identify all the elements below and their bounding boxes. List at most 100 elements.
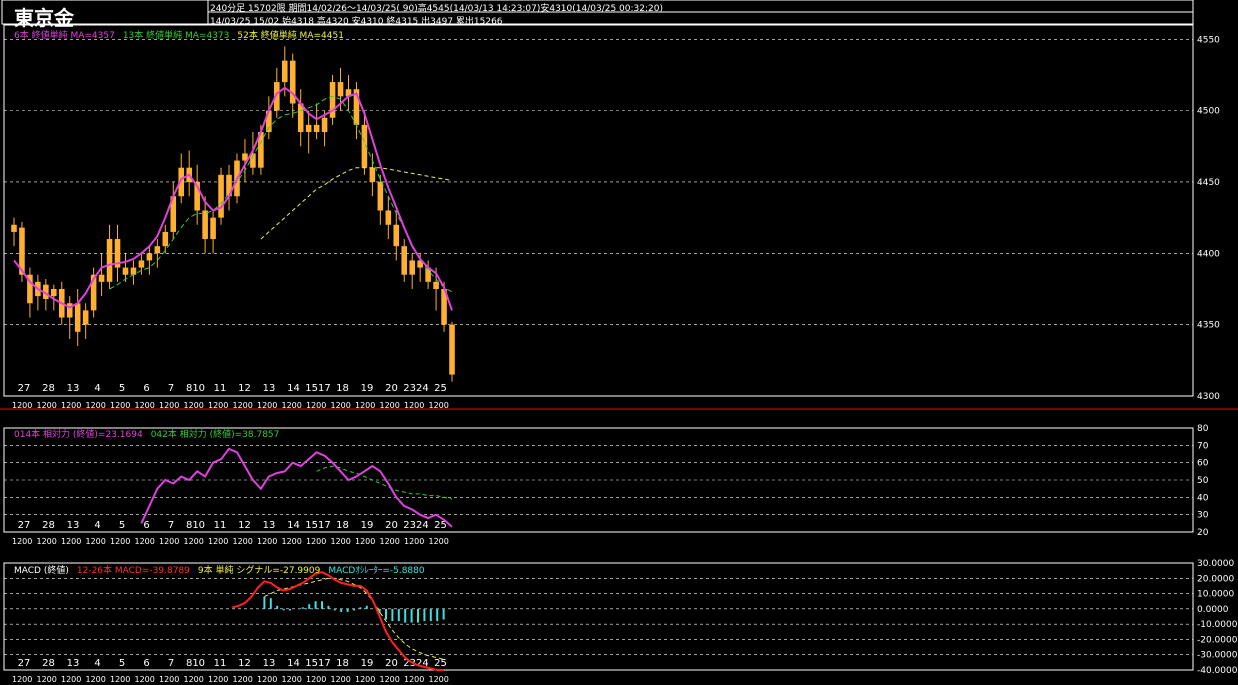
x-tick-label: 6 — [143, 658, 149, 669]
time-label: 1200 — [257, 537, 277, 546]
time-label: 1200 — [331, 675, 351, 684]
x-tick-label: 7 — [168, 383, 174, 394]
time-label: 1200 — [135, 675, 155, 684]
y-tick-label: 4550 — [1197, 35, 1220, 45]
x-tick-label: 5 — [119, 383, 125, 394]
x-tick-label: 2324 — [403, 520, 428, 531]
x-tick-label: 810 — [186, 383, 205, 394]
candle-body — [385, 210, 392, 225]
time-label: 1200 — [355, 537, 375, 546]
x-tick-label: 1517 — [305, 383, 330, 394]
x-tick-label: 14 — [287, 658, 300, 669]
time-label: 1200 — [37, 401, 57, 410]
time-label: 1200 — [110, 537, 130, 546]
instrument-title: 東京金 — [14, 6, 74, 30]
candle-body — [393, 224, 400, 247]
rsi14-line — [140, 447, 453, 528]
x-tick-label: 810 — [186, 520, 205, 531]
candle-body — [313, 124, 320, 133]
time-label: 1200 — [12, 675, 32, 684]
x-tick-label: 4 — [94, 520, 100, 531]
time-label: 1200 — [282, 675, 302, 684]
time-label: 1200 — [404, 537, 424, 546]
time-label: 1200 — [135, 537, 155, 546]
time-label: 1200 — [86, 401, 106, 410]
price-legend: 6本 終値単純 MA=4357 13本 終値単純 MA=4373 52本 終値単純 … — [14, 28, 352, 41]
y-tick-label: 20 — [1197, 528, 1209, 538]
ma13-line — [109, 95, 453, 293]
time-label: 1200 — [86, 537, 106, 546]
x-tick-label: 18 — [336, 520, 349, 531]
time-label: 1200 — [110, 401, 130, 410]
time-label: 1200 — [233, 401, 253, 410]
candle-body — [146, 253, 153, 261]
y-tick-label: 10.0000 — [1197, 590, 1234, 600]
y-tick-label: -10.0000 — [1197, 620, 1238, 630]
y-tick-label: 4400 — [1197, 249, 1220, 259]
time-label: 1200 — [184, 401, 204, 410]
candle-body — [433, 281, 439, 289]
x-tick-label: 27 — [18, 520, 31, 531]
y-tick-label: 30.0000 — [1197, 559, 1234, 569]
time-label: 1200 — [159, 401, 179, 410]
time-label: 1200 — [37, 675, 57, 684]
rsi42-line — [316, 465, 453, 500]
macd-legend-item: MACDｵｼﾚｰﾀｰ=-5.8880 — [328, 566, 425, 576]
x-tick-label: 18 — [336, 383, 349, 394]
time-label: 1200 — [380, 675, 400, 684]
time-label: 1200 — [355, 401, 375, 410]
rsi-legend-item: 014本 相対力 (終値)=23.1694 — [14, 430, 143, 440]
candle-body — [11, 224, 17, 232]
price-legend-item: 13本 終値単純 MA=4373 — [122, 31, 230, 41]
y-tick-label: 4350 — [1197, 321, 1220, 331]
time-label: 1200 — [404, 675, 424, 684]
x-tick-label: 19 — [361, 520, 374, 531]
y-tick-label: 30 — [1197, 511, 1209, 521]
x-tick-label: 27 — [18, 383, 31, 394]
x-tick-label: 13 — [67, 383, 80, 394]
macd-legend: MACD (終値) 12-26本 MACD=-39.8789 9本 単純 シグナル=… — [14, 563, 433, 576]
price-legend-item: 6本 終値単純 MA=4357 — [14, 31, 115, 41]
x-tick-label: 14 — [287, 520, 300, 531]
x-tick-label: 20 — [385, 383, 398, 394]
time-label: 1200 — [110, 675, 130, 684]
x-tick-label: 5 — [119, 520, 125, 531]
y-tick-label: 70 — [1197, 441, 1209, 451]
time-label: 1200 — [61, 675, 81, 684]
x-tick-label: 7 — [168, 658, 174, 669]
time-label: 1200 — [380, 537, 400, 546]
x-tick-label: 12 — [238, 658, 251, 669]
period-info: 240分足 15702限 期間14/02/26～14/03/25( 90)高45… — [210, 4, 663, 14]
chart-canvas: 43004350440044504500455027 28 13 4 5 6 7 810 11 1… — [0, 0, 1238, 684]
x-tick-label: 28 — [42, 658, 55, 669]
x-tick-label: 14 — [287, 383, 300, 394]
time-label: 1200 — [37, 537, 57, 546]
candle-body — [281, 60, 288, 83]
time-label: 1200 — [257, 401, 277, 410]
time-label: 1200 — [135, 401, 155, 410]
time-label: 1200 — [404, 401, 424, 410]
x-tick-label: 19 — [361, 383, 374, 394]
candle-body — [449, 324, 455, 375]
y-tick-label: 40 — [1197, 493, 1209, 503]
time-label: 1200 — [306, 675, 326, 684]
price-legend-item: 52本 終値単純 MA=4451 — [237, 31, 344, 41]
x-tick-label: 27 — [18, 658, 31, 669]
x-tick-label: 13 — [67, 658, 80, 669]
candle-body — [218, 174, 224, 218]
time-label: 1200 — [233, 537, 253, 546]
x-tick-label: 25 — [434, 383, 447, 394]
candle-body — [138, 260, 145, 268]
x-tick-label: 11 — [214, 520, 227, 531]
last-bar-info: 14/03/25 15/02 始4318 高4320 安4310 終4315 出… — [210, 17, 503, 27]
time-label: 1200 — [12, 401, 32, 410]
x-tick-label: 1517 — [305, 658, 330, 669]
time-label: 1200 — [233, 675, 253, 684]
time-label: 1200 — [86, 675, 106, 684]
x-tick-label: 6 — [143, 383, 149, 394]
macd-legend-item: 9本 単純 シグナル=-27.9909 — [197, 566, 321, 576]
candle-body — [122, 267, 129, 275]
time-label: 1200 — [208, 675, 228, 684]
candle-body — [305, 124, 312, 133]
time-label: 1200 — [331, 537, 351, 546]
